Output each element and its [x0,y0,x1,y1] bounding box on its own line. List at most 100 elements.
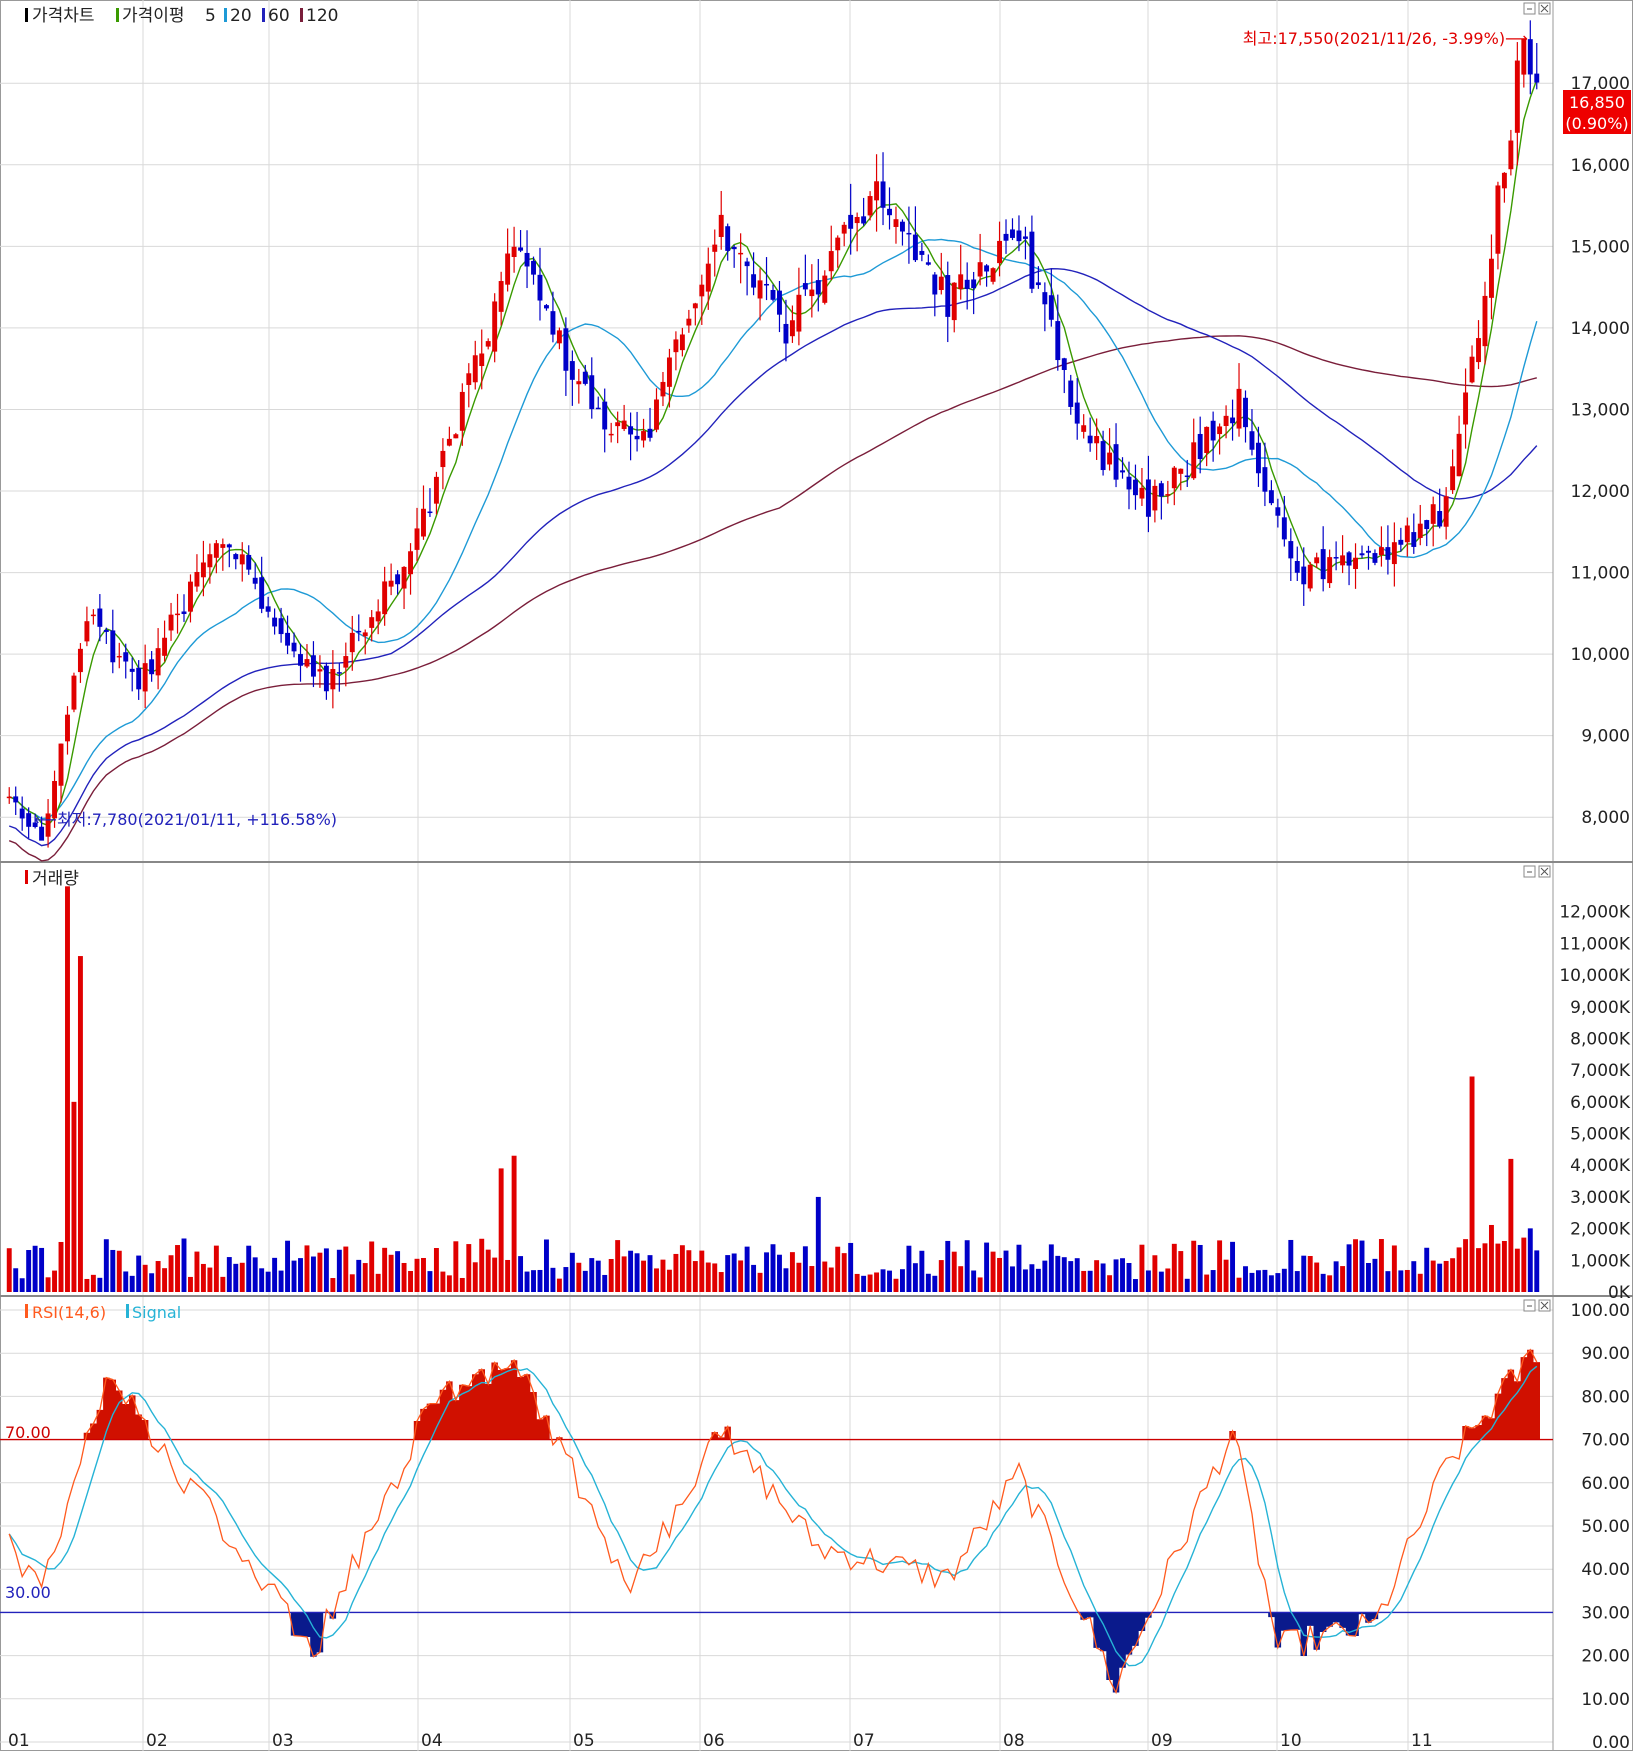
volume-bar [1443,1260,1449,1292]
candle [1152,479,1158,523]
candle [1081,414,1087,439]
price-tick-label: 16,000 [1571,156,1630,176]
candle-body [116,655,122,658]
volume-bar [912,1263,918,1292]
candle-body [1068,380,1074,407]
volume-bar [1210,1270,1216,1292]
candle [1404,517,1410,557]
candle-body [615,422,621,427]
candle [783,299,789,362]
candle [200,540,206,597]
volume-bar [887,1270,892,1292]
candle [1333,541,1339,571]
volume-bar [789,1252,795,1292]
volume-bar [705,1262,711,1292]
volume-bar [1333,1261,1339,1292]
volume-bar [453,1241,459,1292]
candle-body [958,274,964,290]
candle-body [1165,494,1171,496]
candle-body [511,246,517,257]
volume-bar [1281,1268,1287,1292]
volume-bar [550,1267,556,1292]
candle-body [233,554,239,560]
candle-body [336,672,342,674]
candle-body [531,260,536,275]
candle [861,197,867,226]
candle [971,271,977,315]
candle-body [1514,60,1520,133]
candle [822,270,828,305]
low-annotation: ⟵최저:7,780(2021/01/11, +116.58%) [34,810,337,829]
candle [181,594,187,622]
candle [498,271,504,326]
candle-body [1236,388,1242,429]
candle-body [1456,433,1462,477]
candle-body [1133,479,1138,496]
candle [841,221,847,247]
ma-label: 가격이평 [122,6,185,26]
volume-bar [1042,1260,1048,1292]
candle-body [459,391,465,431]
volume-bar [1255,1270,1261,1292]
candle-body [712,244,718,252]
volume-bar [149,1273,155,1292]
candle-body [1210,420,1216,441]
x-tick-label: 10 [1280,1731,1302,1751]
volume-bar [1437,1263,1443,1292]
candle [304,644,310,669]
volume-pane-title: 거래량 [32,869,79,889]
candle [777,281,782,333]
stock-chart: 17,00016,00015,00014,00013,00012,00011,0… [0,0,1633,1751]
volume-bar [1411,1261,1417,1292]
candle-body [84,621,90,642]
volume-bar [1022,1269,1028,1292]
volume-bar [336,1249,342,1292]
volume-bar [1184,1278,1190,1292]
volume-bar [1100,1263,1106,1292]
ma20-legend: 20 [230,6,252,26]
candle [576,368,582,404]
volume-bar [330,1278,336,1292]
candle-body [1340,555,1346,566]
candle [977,233,983,286]
candle-body [77,648,83,673]
ma20-path [8,238,1538,820]
candle-body [1178,468,1184,474]
ma60-legend: 60 [268,6,290,26]
candle-body [1223,415,1229,427]
volume-bar [647,1255,653,1292]
candle [1359,545,1365,559]
volume-bar [440,1271,446,1292]
candle-body [492,301,498,352]
candle [84,606,90,647]
candle-body [317,669,323,672]
candle-body [822,275,828,303]
volume-bar [1340,1266,1346,1292]
candle [336,663,342,692]
candle-body [835,237,841,251]
x-tick-label: 09 [1151,1731,1173,1751]
volume-bar [26,1250,32,1292]
candle-body [1217,426,1223,435]
candle-body [984,265,990,272]
volume-bar [1456,1247,1462,1292]
candle-body [893,219,899,227]
candle-body [809,289,815,297]
candle-body [1404,525,1410,543]
volume-bar [472,1262,478,1292]
volume-tick-label: 3,000K [1570,1188,1631,1208]
volume-bar [1113,1259,1119,1292]
candle-body [1353,557,1358,569]
volume-bar [1249,1272,1255,1292]
candle [964,262,970,310]
candle-body [220,544,226,548]
volume-tick-label: 9,000K [1570,998,1631,1018]
volume-bar [492,1257,498,1292]
volume-bar [310,1256,316,1292]
volume-bar [1424,1247,1430,1292]
volume-bar [84,1278,90,1292]
rsi-tick-label: 10.00 [1581,1690,1630,1710]
candle [1178,468,1184,491]
volume-bar [1165,1268,1171,1292]
rsi-upper-level-label: 70.00 [5,1423,51,1442]
